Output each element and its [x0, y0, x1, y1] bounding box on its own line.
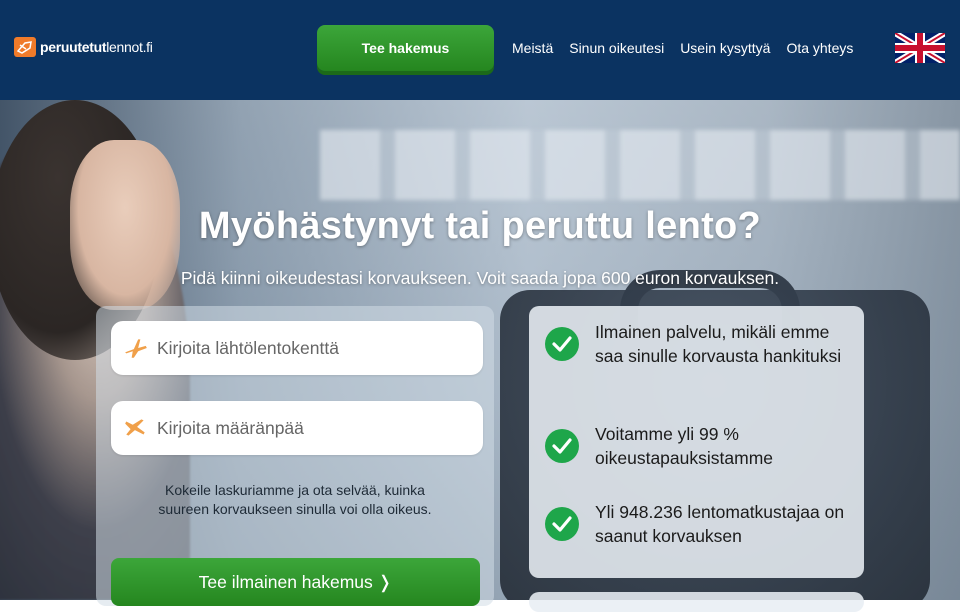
nav-item-usein-kysyttya[interactable]: Usein kysyttyä	[680, 40, 770, 56]
site-logo[interactable]: peruutetutlennot.fi	[14, 37, 153, 57]
uk-flag-icon[interactable]	[893, 30, 947, 66]
benefit-item: Voitamme yli 99 % oikeustapauksistamme	[545, 422, 857, 470]
benefit-text: Voitamme yli 99 % oikeustapauksistamme	[595, 424, 773, 468]
check-icon	[545, 327, 579, 361]
calculator-hint: Kokeile laskuriamme ja ota selvää, kuink…	[158, 482, 432, 517]
departure-field[interactable]	[111, 321, 483, 375]
arrival-field[interactable]	[111, 401, 483, 455]
benefit-text: Ilmainen palvelu, mikäli emme saa sinull…	[595, 322, 842, 366]
benefit-item: Ilmainen palvelu, mikäli emme saa sinull…	[545, 320, 857, 368]
tee-hakemus-button[interactable]: Tee hakemus	[317, 25, 494, 71]
check-icon	[545, 429, 579, 463]
submit-free-claim-button[interactable]: Tee ilmainen hakemus ❭	[111, 558, 480, 606]
main-nav: Meistä Sinun oikeutesi Usein kysyttyä Ot…	[512, 40, 853, 56]
nav-item-meista[interactable]: Meistä	[512, 40, 553, 56]
logo-text: peruutetutlennot.fi	[40, 39, 153, 55]
benefit-item: Yli 948.236 lentomatkustajaa on saanut k…	[545, 500, 857, 548]
logo-plane-icon	[14, 37, 36, 57]
arrival-input[interactable]	[155, 416, 455, 440]
hero-title: Myöhästynyt tai peruttu lento?	[198, 205, 762, 247]
benefits-panel-next	[529, 592, 864, 612]
logo-text-bold: peruutetut	[40, 39, 107, 55]
check-icon	[545, 507, 579, 541]
departure-input[interactable]	[155, 336, 455, 360]
hero-windows	[320, 130, 960, 200]
arrival-plane-icon	[125, 419, 145, 436]
hero-subtitle: Pidä kiinni oikeudestasi korvaukseen. Vo…	[180, 268, 780, 288]
nav-item-sinun-oikeutesi[interactable]: Sinun oikeutesi	[569, 40, 664, 56]
benefit-text: Yli 948.236 lentomatkustajaa on saanut k…	[595, 502, 845, 546]
nav-item-ota-yhteys[interactable]: Ota yhteys	[786, 40, 853, 56]
site-header: peruutetutlennot.fi Tee hakemus Meistä S…	[0, 0, 960, 100]
logo-text-light: lennot.fi	[106, 39, 153, 55]
departure-plane-icon	[125, 339, 147, 358]
